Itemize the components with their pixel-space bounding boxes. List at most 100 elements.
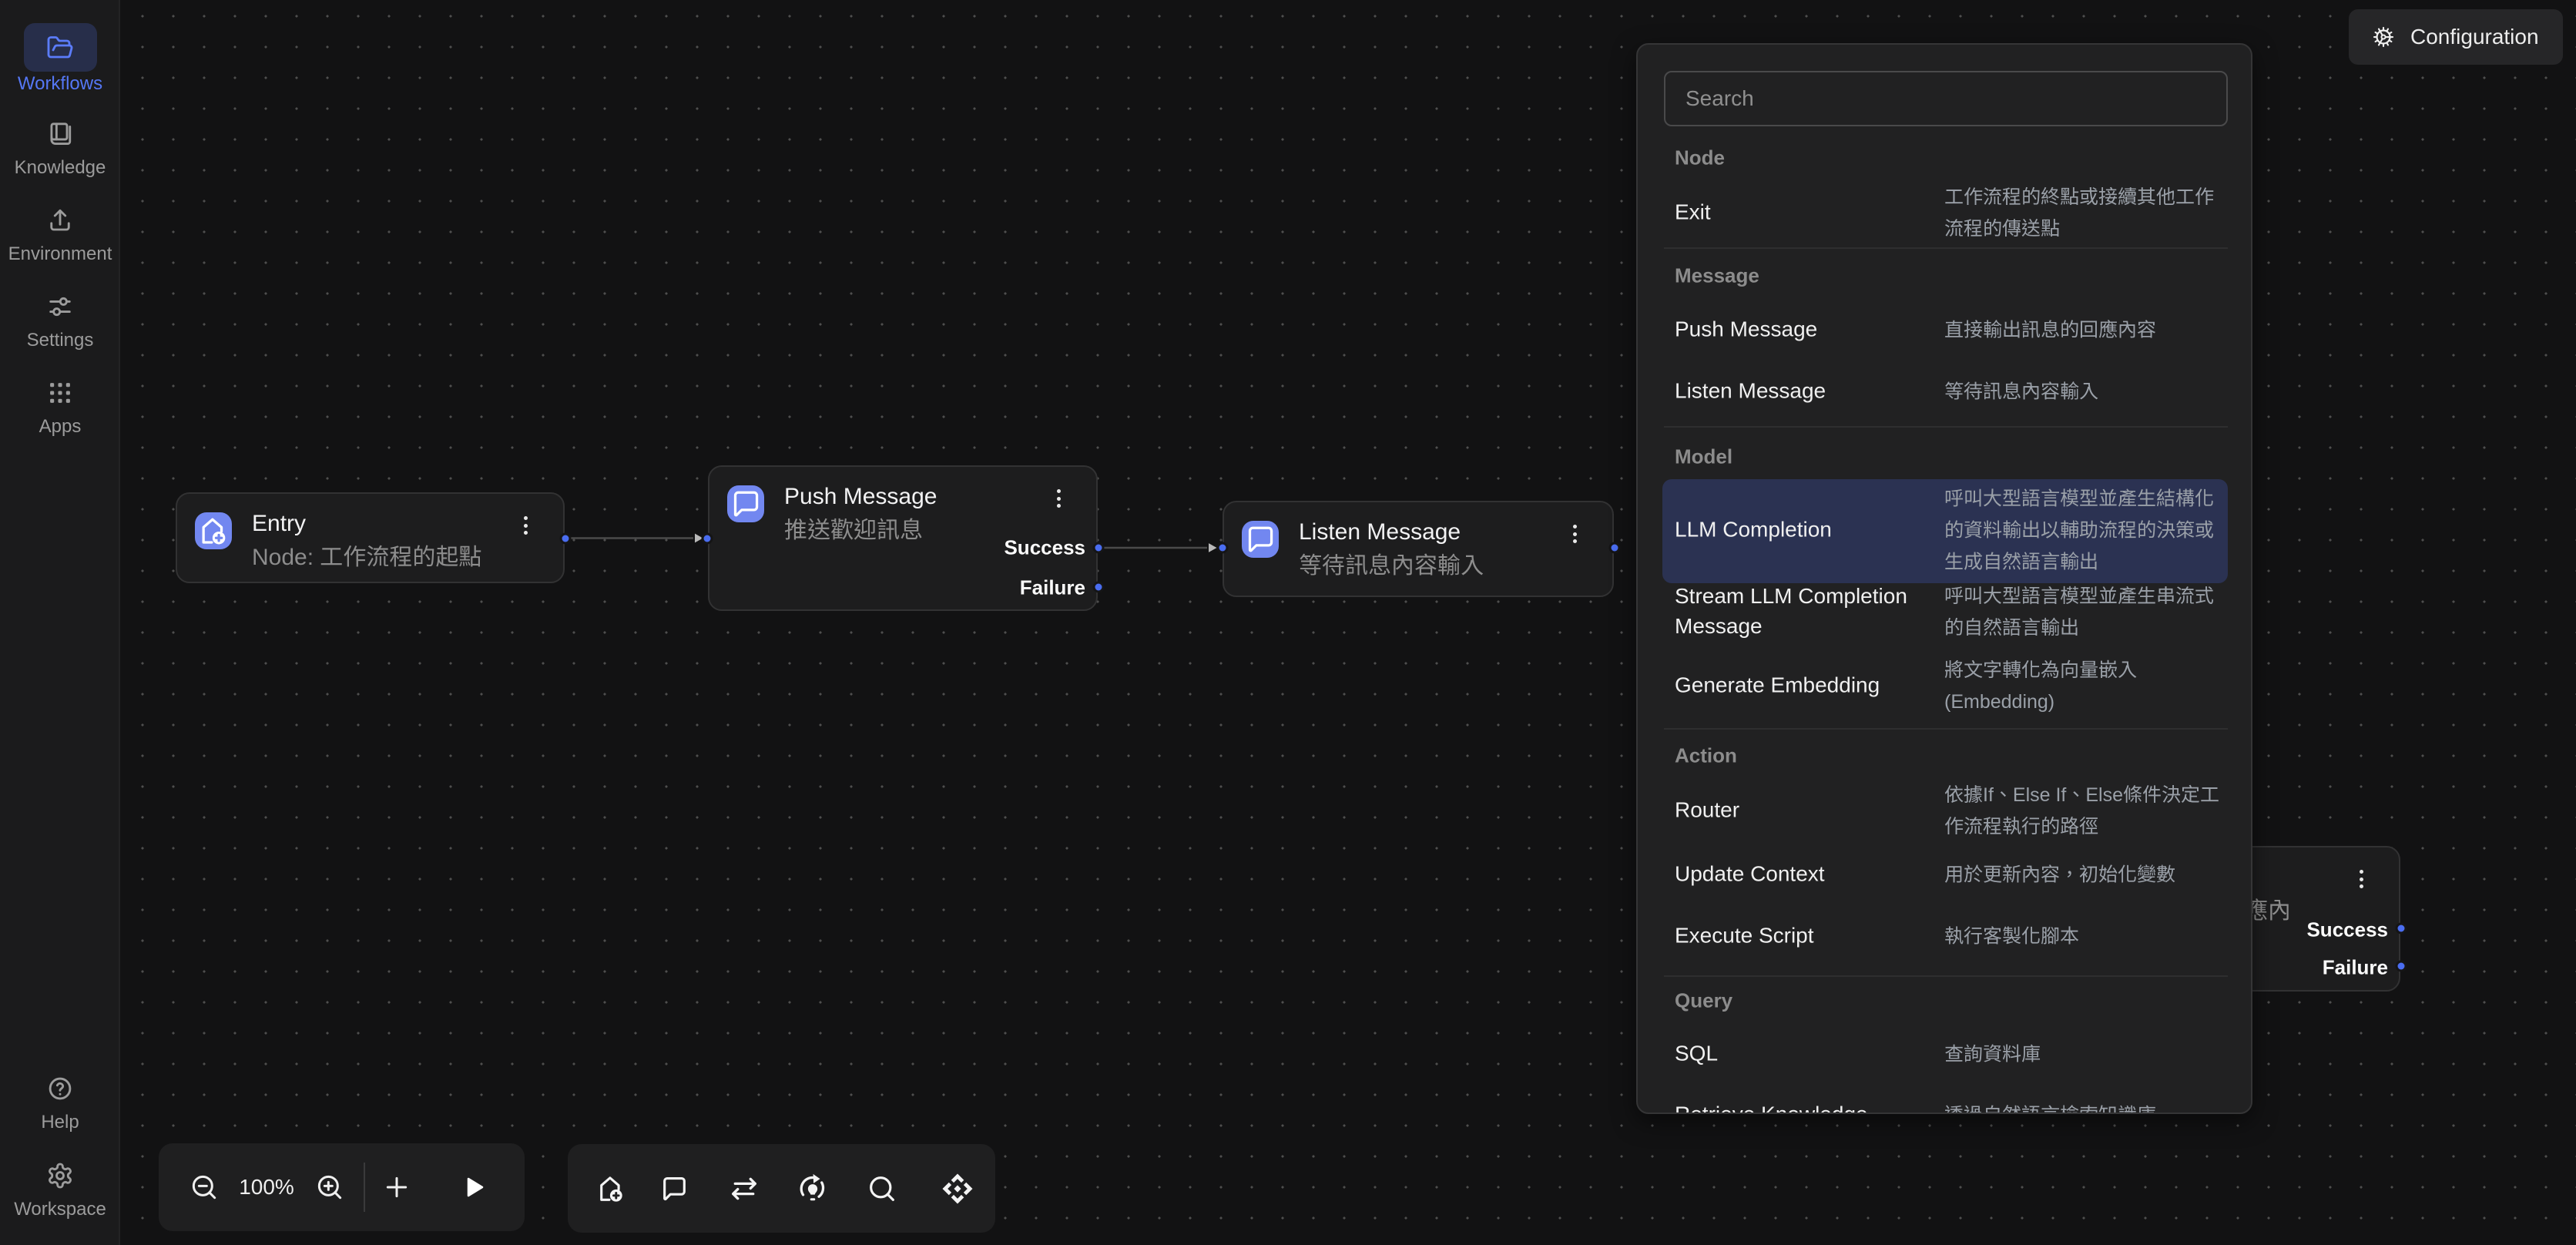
node-subtitle: 等待訊息內容輸入 <box>1299 551 1484 582</box>
fit-view-button[interactable] <box>941 1172 974 1206</box>
node-subtitle: 推送歡迎訊息 <box>784 515 923 546</box>
section-header-message: Message <box>1675 264 1759 288</box>
sidebar-item-knowledge[interactable]: Knowledge <box>0 120 120 179</box>
divider <box>1664 426 2228 428</box>
search-input[interactable] <box>1664 71 2228 126</box>
node-menu-button[interactable] <box>1043 482 1074 515</box>
sidebar-item-apps[interactable]: Apps <box>0 379 120 438</box>
zoom-toolbar: 100% <box>159 1143 525 1231</box>
node-title: Push Message <box>784 483 937 511</box>
sliders-icon <box>46 293 74 320</box>
panel-item-label: Listen Message <box>1675 376 1929 406</box>
sidebar-item-label: Help <box>41 1112 79 1133</box>
search-canvas-button[interactable] <box>865 1172 899 1206</box>
toolbar-divider <box>364 1163 365 1212</box>
port-partial-success[interactable] <box>2397 925 2404 932</box>
node-subtitle: Node: 工作流程的起點 <box>252 542 481 573</box>
panel-item-desc: 用於更新內容，初始化變數 <box>1944 860 2222 891</box>
divider <box>1664 975 2228 977</box>
panel-item-label: Push Message <box>1675 314 1929 344</box>
node-menu-button[interactable] <box>1559 517 1590 551</box>
node-menu-button[interactable] <box>2346 862 2376 896</box>
panel-item-desc: 呼叫大型語言模型並產生串流式的自然語言輸出 <box>1944 581 2222 644</box>
sidebar-item-workflows[interactable]: Workflows <box>0 23 120 95</box>
panel-item-label: Generate Embedding <box>1675 670 1929 700</box>
panel-item-label: LLM Completion <box>1675 515 1929 545</box>
panel-item-desc: 呼叫大型語言模型並產生結構化的資料輸出以輔助流程的決策或生成自然語言輸出 <box>1944 484 2222 579</box>
zoom-in-button[interactable] <box>313 1170 347 1204</box>
gear-icon <box>46 1162 74 1190</box>
node-title: Entry <box>252 510 306 538</box>
sidebar-item-help[interactable]: Help <box>0 1075 120 1133</box>
configuration-button[interactable]: Configuration <box>2349 9 2563 65</box>
chat-button[interactable] <box>657 1172 691 1206</box>
upload-icon <box>46 206 74 234</box>
sidebar-item-label: Workflows <box>18 73 102 95</box>
add-entry-node-button[interactable] <box>594 1172 628 1206</box>
sidebar-item-environment[interactable]: Environment <box>0 206 120 265</box>
divider <box>1664 728 2228 730</box>
run-button[interactable] <box>457 1170 491 1204</box>
folder-open-icon <box>46 34 74 62</box>
port-entry-output[interactable] <box>562 535 569 542</box>
sidebar-item-workspace[interactable]: Workspace <box>0 1162 120 1220</box>
node-title: Listen Message <box>1299 518 1461 546</box>
divider <box>1664 247 2228 249</box>
section-header-query: Query <box>1675 989 1732 1013</box>
sidebar-item-label: Knowledge <box>15 157 106 179</box>
panel-item-label: Update Context <box>1675 859 1929 889</box>
section-header-action: Action <box>1675 744 1737 768</box>
zoom-level: 100% <box>234 1143 299 1231</box>
question-circle-icon <box>46 1075 74 1102</box>
panel-item-desc: 工作流程的終點或接續其他工作流程的傳送點 <box>1944 182 2222 245</box>
panel-item-label: Exit <box>1675 197 1929 227</box>
sidebar-item-label: Apps <box>39 416 82 438</box>
node-entry[interactable]: Entry Node: 工作流程的起點 <box>176 492 565 583</box>
panel-item-label: Retrieve Knowledge <box>1675 1099 1929 1115</box>
port-label-success: Success <box>2306 918 2388 942</box>
home-plus-icon <box>195 512 232 549</box>
sidebar-item-settings[interactable]: Settings <box>0 293 120 351</box>
panel-item-label: Stream LLM Completion Message <box>1675 581 1929 641</box>
port-push-failure[interactable] <box>1095 584 1102 591</box>
sidebar-item-label: Workspace <box>14 1199 106 1220</box>
panel-item-desc: 將文字轉化為向量嵌入(Embedding) <box>1944 655 2222 718</box>
chat-bubble-icon <box>727 485 764 522</box>
chat-bubble-icon <box>1242 521 1279 558</box>
panel-item-desc: 直接輸出訊息的回應內容 <box>1944 315 2222 347</box>
panel-item-desc: 執行客製化腳本 <box>1944 921 2222 953</box>
node-push-message[interactable]: Push Message 推送歡迎訊息 Success Failure <box>708 465 1098 611</box>
node-listen-message[interactable]: Listen Message 等待訊息內容輸入 <box>1223 501 1614 597</box>
node-picker-panel: Node Exit 工作流程的終點或接續其他工作流程的傳送點 Message P… <box>1636 43 2252 1114</box>
port-push-success[interactable] <box>1095 544 1102 551</box>
zoom-out-button[interactable] <box>187 1170 221 1204</box>
add-node-button[interactable] <box>380 1170 414 1204</box>
panel-item-desc: 查詢資料庫 <box>1944 1039 2222 1071</box>
panel-item-label: SQL <box>1675 1039 1929 1069</box>
panel-item-desc: 透過自然語言檢索知識庫 <box>1944 1100 2222 1115</box>
port-listen-input[interactable] <box>1219 545 1226 552</box>
node-menu-button[interactable] <box>510 508 541 542</box>
idea-refresh-button[interactable] <box>796 1172 830 1206</box>
panel-item-label: Router <box>1675 795 1929 825</box>
panel-item-desc: 等待訊息內容輸入 <box>1944 377 2222 408</box>
panel-item-desc: 依據If、Else If、Else條件決定工作流程執行的路徑 <box>1944 780 2222 843</box>
port-listen-output[interactable] <box>1611 545 1618 552</box>
grid-dots-icon <box>46 379 74 407</box>
sidebar-item-label: Settings <box>27 330 94 351</box>
port-label-failure: Failure <box>2323 956 2388 980</box>
tools-toolbar <box>568 1144 995 1233</box>
section-header-node: Node <box>1675 146 1725 170</box>
port-push-input[interactable] <box>704 535 711 542</box>
gear-icon <box>2370 24 2397 50</box>
panel-item-label: Execute Script <box>1675 921 1929 951</box>
configuration-label: Configuration <box>2410 25 2539 49</box>
port-partial-failure[interactable] <box>2397 963 2404 970</box>
book-icon <box>46 120 74 148</box>
sidebar-item-label: Environment <box>8 243 112 265</box>
sidebar: Workflows Knowledge Environment <box>0 0 120 1245</box>
section-header-model: Model <box>1675 445 1732 469</box>
swap-arrows-button[interactable] <box>727 1172 761 1206</box>
port-label-failure: Failure <box>1020 576 1085 600</box>
port-label-success: Success <box>1004 536 1085 560</box>
